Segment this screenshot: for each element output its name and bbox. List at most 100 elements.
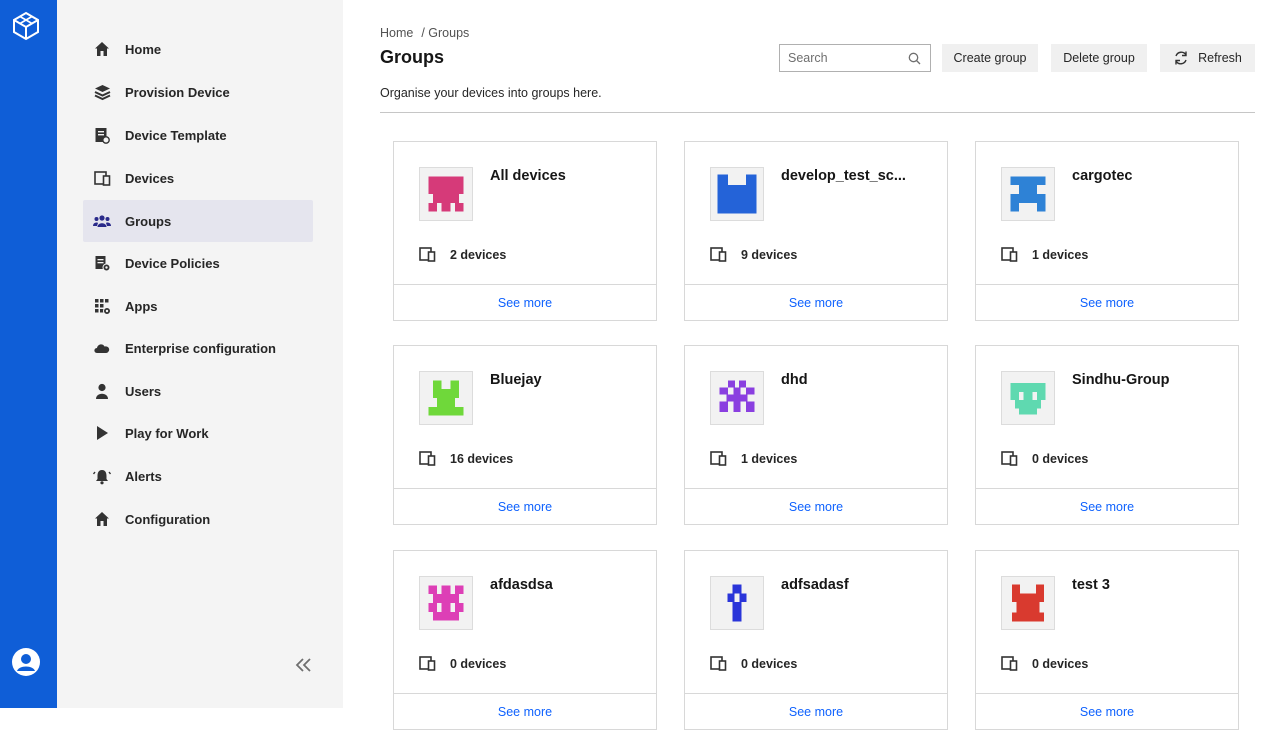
create-group-button[interactable]: Create group [942,44,1038,72]
page-title: Groups [380,47,445,67]
header-divider [380,112,1255,113]
see-more-link[interactable]: See more [498,705,552,719]
sidebar-item-play-for-work[interactable]: Play for Work [83,412,313,454]
search-input[interactable] [788,51,898,65]
user-profile-icon[interactable] [11,647,41,677]
policy-icon [93,254,111,272]
see-more-link[interactable]: See more [1080,296,1134,310]
card-footer: See more [685,488,947,525]
device-count: 1 devices [1001,247,1088,262]
see-more-link[interactable]: See more [1080,705,1134,719]
app-logo-icon[interactable] [10,10,42,42]
device-count: 9 devices [710,247,797,262]
sidebar: Home Provision Device Device Template De… [57,0,343,708]
groups-icon [93,212,111,230]
see-more-link[interactable]: See more [789,500,843,514]
sidebar-item-device-template[interactable]: Device Template [83,114,313,156]
sidebar-item-label: Users [125,383,162,399]
card-footer: See more [685,284,947,321]
sidebar-item-label: Home [125,41,162,57]
group-name: develop_test_sc... [781,168,906,184]
home-icon [93,510,111,528]
template-icon [93,126,111,144]
sidebar-item-label: Device Template [125,127,227,143]
delete-group-button[interactable]: Delete group [1051,44,1147,72]
device-count-label: 1 devices [741,451,798,466]
devices-icon [710,247,727,262]
sidebar-item-label: Play for Work [125,425,209,441]
see-more-link[interactable]: See more [789,296,843,310]
main-content: Home / Groups Groups Organise your devic… [343,0,1280,730]
device-count: 0 devices [1001,656,1088,671]
group-avatar [710,576,764,630]
group-card[interactable]: develop_test_sc... 9 devices See more [684,141,948,321]
user-icon [93,382,111,400]
device-count: 2 devices [419,247,506,262]
card-footer: See more [976,284,1238,321]
group-card[interactable]: Sindhu-Group 0 devices See more [975,345,1239,525]
card-footer: See more [394,284,656,321]
search-box[interactable] [779,44,931,72]
card-footer: See more [394,488,656,525]
device-count: 0 devices [710,656,797,671]
devices-icon [93,169,111,187]
device-count-label: 0 devices [741,656,798,671]
sidebar-item-label: Alerts [125,468,162,484]
group-name: dhd [781,372,808,388]
devices-icon [419,451,436,466]
see-more-link[interactable]: See more [1080,500,1134,514]
see-more-link[interactable]: See more [498,296,552,310]
group-name: Bluejay [490,372,542,388]
refresh-button[interactable]: Refresh [1160,44,1255,72]
sidebar-item-label: Provision Device [125,84,230,100]
sidebar-item-label: Apps [125,298,158,314]
sidebar-item-alerts[interactable]: Alerts [83,455,313,497]
devices-icon [1001,247,1018,262]
breadcrumb-current: / Groups [421,26,470,40]
breadcrumb-home-link[interactable]: Home [380,26,413,40]
sidebar-item-label: Devices [125,170,175,186]
sidebar-item-home[interactable]: Home [83,28,313,70]
sidebar-item-label: Device Policies [125,255,220,271]
group-card[interactable]: All devices 2 devices See more [393,141,657,321]
group-card[interactable]: adfsadasf 0 devices See more [684,550,948,730]
home-icon [93,40,111,58]
card-footer: See more [976,693,1238,730]
group-avatar [710,167,764,221]
search-icon [908,52,921,65]
refresh-label: Refresh [1198,51,1242,65]
page-subtitle: Organise your devices into groups here. [380,86,602,100]
cloud-icon [93,339,111,357]
sidebar-item-configuration[interactable]: Configuration [83,498,313,540]
device-count: 16 devices [419,451,513,466]
sidebar-item-users[interactable]: Users [83,370,313,412]
group-avatar [1001,371,1055,425]
group-name: test 3 [1072,577,1110,593]
see-more-link[interactable]: See more [789,705,843,719]
group-card[interactable]: test 3 0 devices See more [975,550,1239,730]
group-card[interactable]: afdasdsa 0 devices See more [393,550,657,730]
group-card[interactable]: Bluejay 16 devices See more [393,345,657,525]
see-more-link[interactable]: See more [498,500,552,514]
device-count-label: 9 devices [741,247,798,262]
card-footer: See more [976,488,1238,525]
group-avatar [419,167,473,221]
device-count-label: 16 devices [450,451,514,466]
group-card[interactable]: dhd 1 devices See more [684,345,948,525]
device-count-label: 2 devices [450,247,507,262]
sidebar-item-enterprise-configuration[interactable]: Enterprise configuration [83,327,313,369]
collapse-sidebar-icon[interactable] [293,654,315,676]
sidebar-item-device-policies[interactable]: Device Policies [83,242,313,284]
devices-icon [1001,451,1018,466]
devices-icon [419,247,436,262]
device-count-label: 1 devices [1032,247,1089,262]
group-avatar [1001,167,1055,221]
sidebar-item-devices[interactable]: Devices [83,157,313,199]
group-card[interactable]: cargotec 1 devices See more [975,141,1239,321]
sidebar-item-apps[interactable]: Apps [83,285,313,327]
device-count-label: 0 devices [1032,656,1089,671]
sidebar-item-provision-device[interactable]: Provision Device [83,71,313,113]
device-count-label: 0 devices [450,656,507,671]
device-count: 0 devices [1001,451,1088,466]
sidebar-item-groups[interactable]: Groups [83,200,313,242]
